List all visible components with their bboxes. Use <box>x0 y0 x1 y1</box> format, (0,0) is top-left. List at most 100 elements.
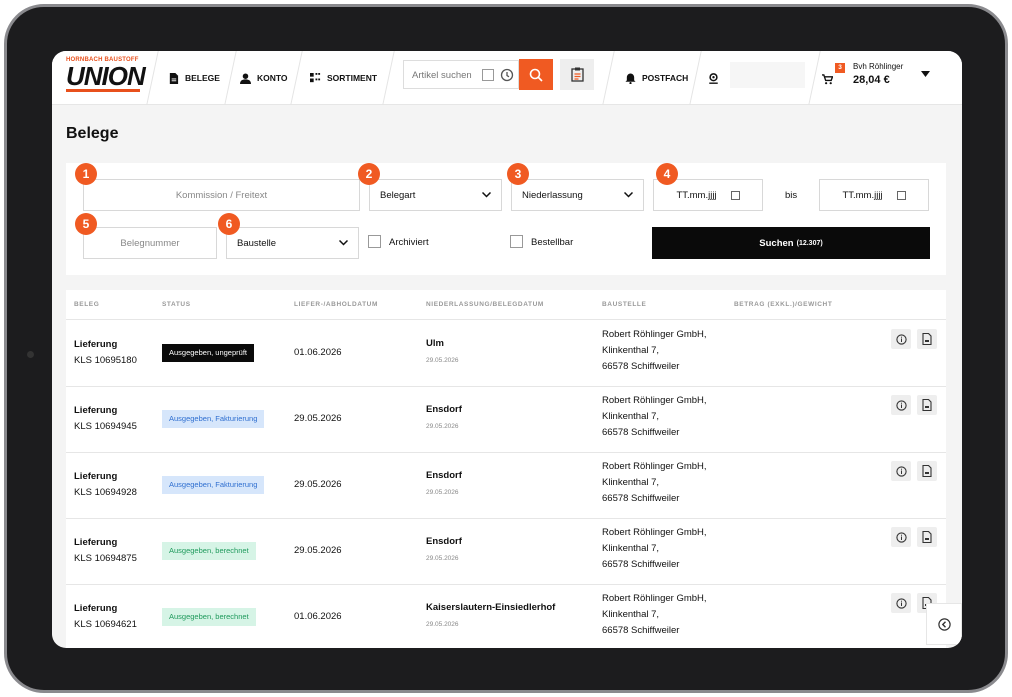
info-button[interactable] <box>891 395 911 415</box>
site-line: 66578 Schiffweiler <box>602 625 680 636</box>
document-button[interactable] <box>917 461 937 481</box>
column-header[interactable]: BAUSTELLE <box>602 301 646 308</box>
info-icon <box>895 333 907 345</box>
logo-word: UNION <box>66 61 146 91</box>
niederlassung-select[interactable]: Niederlassung <box>511 179 644 211</box>
bestellbar-checkbox[interactable] <box>510 235 523 248</box>
column-header[interactable]: NIEDERLASSUNG/BELEGDATUM <box>426 301 544 308</box>
branch-name: Ensdorf <box>426 404 462 415</box>
search-checkbox[interactable] <box>482 69 494 81</box>
document-button[interactable] <box>917 527 937 547</box>
info-button[interactable] <box>891 527 911 547</box>
baustelle-select[interactable]: Baustelle <box>226 227 359 259</box>
nav-belege[interactable]: BELEGE <box>168 69 220 87</box>
cart-button[interactable] <box>822 70 833 88</box>
branch-name: Ensdorf <box>426 470 462 481</box>
column-header[interactable]: BETRAG (EXKL.)/GEWICHT <box>734 301 832 308</box>
suchen-count: (12.307) <box>796 239 823 247</box>
site-line: Klinkenthal 7, <box>602 543 660 554</box>
delivery-date: 29.05.2026 <box>294 545 342 556</box>
beleg-number[interactable]: KLS 10695180 <box>74 355 137 366</box>
chevron-down-icon <box>482 192 491 198</box>
top-header: HORNBACH BAUSTOFF UNION BELEGE KONTO SOR… <box>52 51 962 105</box>
clipboard-list-icon <box>570 67 584 82</box>
table-row[interactable]: Lieferung KLS 10694945 Ausgegeben, Faktur… <box>66 387 946 453</box>
step-badge-4: 4 <box>656 163 678 185</box>
site-line: 66578 Schiffweiler <box>602 361 680 372</box>
date-range-separator: bis <box>785 190 798 201</box>
column-header[interactable]: BELEG <box>74 301 99 308</box>
pdf-document-icon <box>922 399 932 411</box>
kommission-field[interactable]: Kommission / Freitext <box>83 179 360 211</box>
beleg-type: Lieferung <box>74 603 118 614</box>
document-button[interactable] <box>917 395 937 415</box>
branch-cell: Ensdorf 29.05.2026 <box>426 402 462 435</box>
archiviert-label: Archiviert <box>389 237 429 248</box>
divider <box>290 51 303 105</box>
beleg-number[interactable]: KLS 10694875 <box>74 553 137 564</box>
site-cell: Robert Röhlinger GmbH, Klinkenthal 7, 6657… <box>602 459 707 507</box>
table-row[interactable]: Lieferung KLS 10695180 Ausgegeben, ungepr… <box>66 321 946 387</box>
date-to-placeholder: TT.mm.jjjj <box>842 189 883 201</box>
info-icon <box>895 399 907 411</box>
calendar-icon[interactable] <box>896 190 906 200</box>
nav-postfach[interactable]: POSTFACH <box>625 69 688 87</box>
site-line: 66578 Schiffweiler <box>602 427 680 438</box>
info-icon <box>895 465 907 477</box>
table-row[interactable]: Lieferung KLS 10694621 Ausgegeben, berech… <box>66 585 946 648</box>
grid-icon <box>310 72 321 82</box>
history-icon[interactable] <box>500 68 514 82</box>
table-header: BELEG STATUS LIEFER-/ABHOLDATUM NIEDERLA… <box>66 290 946 320</box>
beleg-number[interactable]: KLS 10694928 <box>74 487 137 498</box>
belegnummer-placeholder: Belegnummer <box>120 237 180 249</box>
location-value[interactable] <box>730 62 805 88</box>
calendar-icon[interactable] <box>730 190 740 200</box>
nav-konto[interactable]: KONTO <box>240 69 288 87</box>
step-badge-2: 2 <box>358 163 380 185</box>
beleg-type: Lieferung <box>74 405 118 416</box>
step-badge-6: 6 <box>218 213 240 235</box>
beleg-cell: Lieferung KLS 10694875 <box>74 535 137 567</box>
info-button[interactable] <box>891 461 911 481</box>
site-cell: Robert Röhlinger GmbH, Klinkenthal 7, 6657… <box>602 591 707 639</box>
niederlassung-label: Niederlassung <box>522 189 583 201</box>
table-row[interactable]: Lieferung KLS 10694928 Ausgegeben, Faktur… <box>66 453 946 519</box>
collapse-panel-button[interactable] <box>926 603 962 645</box>
logo[interactable]: HORNBACH BAUSTOFF UNION <box>66 57 146 99</box>
search-input[interactable]: Artikel suchen <box>403 60 519 89</box>
app-screen: HORNBACH BAUSTOFF UNION BELEGE KONTO SOR… <box>52 51 962 648</box>
search-button[interactable] <box>519 59 553 90</box>
account-amount[interactable]: 28,04 € <box>853 74 890 86</box>
info-button[interactable] <box>891 593 911 613</box>
divider <box>808 51 821 105</box>
status-badge: Ausgegeben, ungeprüft <box>162 344 254 362</box>
divider <box>224 51 237 105</box>
account-name[interactable]: Bvh Röhlinger <box>853 62 903 71</box>
suchen-label: Suchen <box>759 237 794 249</box>
divider <box>382 51 395 105</box>
column-header[interactable]: STATUS <box>162 301 191 308</box>
document-button[interactable] <box>917 329 937 349</box>
caret-down-icon[interactable] <box>921 71 930 78</box>
chevron-down-icon <box>339 240 348 246</box>
column-header[interactable]: LIEFER-/ABHOLDATUM <box>294 301 378 308</box>
beleg-cell: Lieferung KLS 10694945 <box>74 403 137 435</box>
nav-belege-label: BELEGE <box>185 73 220 83</box>
search-placeholder: Artikel suchen <box>412 70 472 81</box>
clipboard-button[interactable] <box>560 59 594 90</box>
date-to-field[interactable]: TT.mm.jjjj <box>819 179 929 211</box>
belegart-select[interactable]: Belegart <box>369 179 502 211</box>
divider <box>689 51 702 105</box>
info-button[interactable] <box>891 329 911 349</box>
archiviert-checkbox[interactable] <box>368 235 381 248</box>
belegnummer-field[interactable]: Belegnummer <box>83 227 217 259</box>
site-line: Klinkenthal 7, <box>602 477 660 488</box>
location-button[interactable] <box>708 69 719 87</box>
beleg-number[interactable]: KLS 10694945 <box>74 421 137 432</box>
table-row[interactable]: Lieferung KLS 10694875 Ausgegeben, berech… <box>66 519 946 585</box>
suchen-button[interactable]: Suchen (12.307) <box>652 227 930 259</box>
site-line: Robert Röhlinger GmbH, <box>602 527 707 538</box>
beleg-number[interactable]: KLS 10694621 <box>74 619 137 630</box>
nav-sortiment[interactable]: SORTIMENT <box>310 69 377 87</box>
cart-icon <box>822 73 833 84</box>
